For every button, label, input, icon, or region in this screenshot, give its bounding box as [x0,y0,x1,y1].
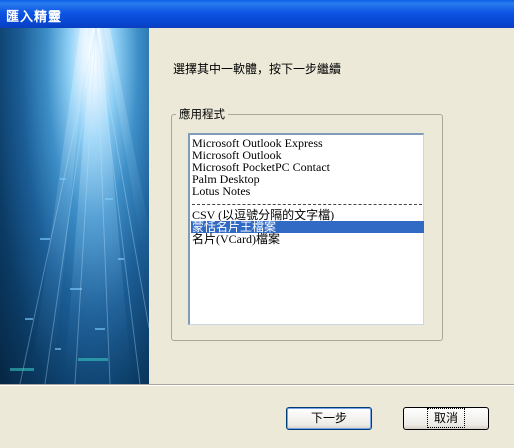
title-bar[interactable]: 匯入精靈 [0,0,514,28]
list-item-vcard[interactable]: 名片(VCard)檔案 [192,233,280,245]
window-title: 匯入精靈 [6,10,63,25]
next-button-label: 下一步 [310,411,347,425]
footer-separator [0,384,514,386]
instruction-text: 選擇其中一軟體，按下一步繼續 [173,62,342,76]
import-wizard-window: 匯入精靈 選擇其中一軟體，按下一步繼續 應用程式 Microsoft Outlo… [0,0,514,448]
cancel-button[interactable]: 取消 [403,407,489,430]
list-divider [192,204,422,205]
application-listbox[interactable]: Microsoft Outlook Express Microsoft Outl… [188,133,424,325]
wizard-side-image [0,28,149,384]
cancel-button-label: 取消 [426,408,466,428]
next-button[interactable]: 下一步 [286,407,372,430]
list-item-lotus-notes[interactable]: Lotus Notes [192,185,250,197]
wizard-side-art [10,28,149,384]
groupbox-label: 應用程式 [176,106,228,122]
